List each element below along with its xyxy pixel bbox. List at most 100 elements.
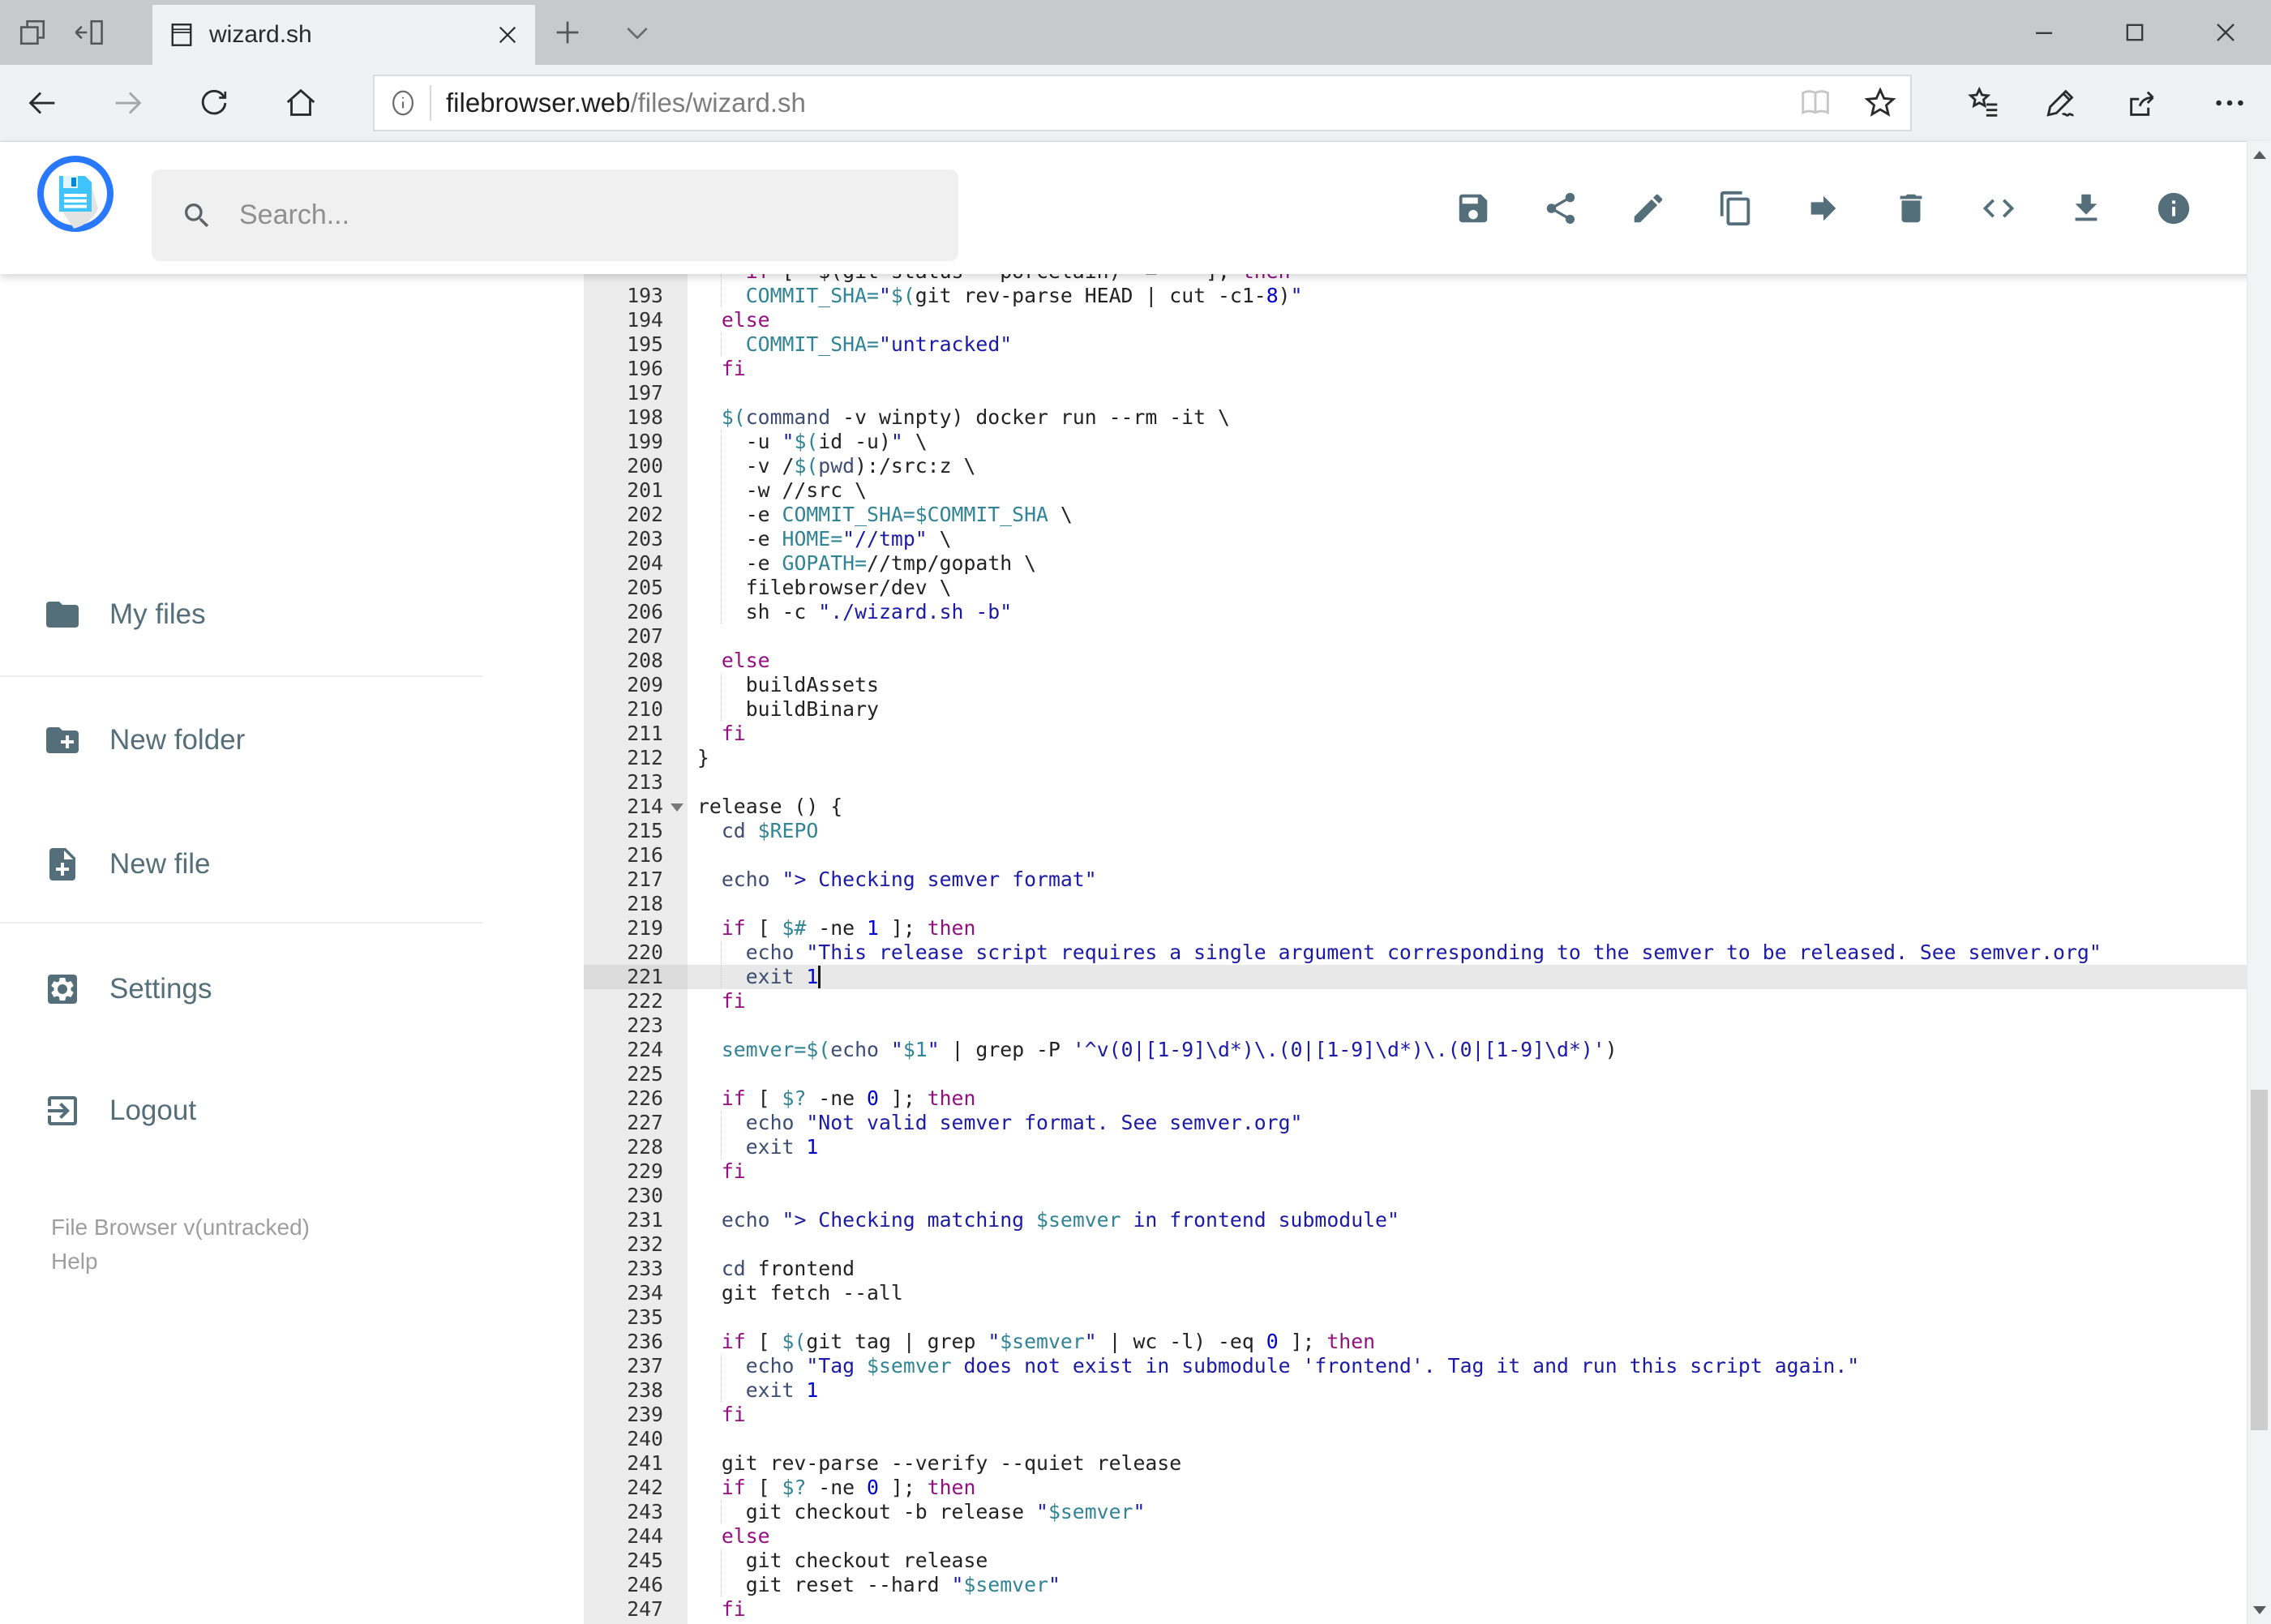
annotate-button[interactable] (2043, 84, 2080, 122)
search-bar[interactable] (152, 169, 958, 261)
code-line[interactable]: 243 git checkout -b release "$semver" (584, 1500, 2247, 1524)
help-link[interactable]: Help (51, 1245, 98, 1279)
line-number[interactable]: 229 (584, 1159, 688, 1184)
line-number[interactable]: 225 (584, 1062, 688, 1086)
code-line[interactable]: 211 fi (584, 722, 2247, 746)
sidebar-item-new-folder[interactable]: New folder (0, 710, 245, 770)
code-line[interactable]: 198 $(command -v winpty) docker run --rm… (584, 405, 2247, 430)
line-number[interactable]: 235 (584, 1305, 688, 1330)
line-number[interactable]: 221 (584, 965, 688, 989)
hub-button[interactable] (1965, 84, 2003, 122)
line-number[interactable]: 228 (584, 1135, 688, 1159)
line-number[interactable]: 210 (584, 697, 688, 722)
forward-button[interactable] (109, 84, 147, 122)
line-number[interactable]: 242 (584, 1476, 688, 1500)
line-number[interactable]: 234 (584, 1281, 688, 1305)
code-line[interactable]: 233 cd frontend (584, 1257, 2247, 1281)
code-line[interactable]: 229 fi (584, 1159, 2247, 1184)
sidebar-item-new-file[interactable]: New file (0, 834, 210, 894)
code-line[interactable]: 193 COMMIT_SHA="$(git rev-parse HEAD | c… (584, 284, 2247, 308)
copy-button[interactable] (1717, 190, 1755, 227)
tab-preview-button[interactable] (11, 11, 54, 54)
code-line[interactable]: 247 fi (584, 1597, 2247, 1622)
tab-list-button[interactable] (616, 11, 658, 54)
line-number[interactable]: 197 (584, 381, 688, 405)
code-line[interactable]: 212} (584, 746, 2247, 770)
settings-more-button[interactable] (2211, 84, 2248, 122)
back-button[interactable] (24, 84, 61, 122)
code-line[interactable]: 215 cd $REPO (584, 819, 2247, 843)
code-line[interactable]: 202 -e COMMIT_SHA=$COMMIT_SHA \ (584, 503, 2247, 527)
share-page-button[interactable] (2124, 84, 2162, 122)
scrollbar-thumb[interactable] (2251, 1090, 2268, 1430)
code-line[interactable]: 221 exit 1 (584, 965, 2247, 989)
line-number[interactable]: 243 (584, 1500, 688, 1524)
line-number[interactable]: 211 (584, 722, 688, 746)
line-number[interactable]: 201 (584, 478, 688, 503)
line-number[interactable]: 195 (584, 332, 688, 357)
code-line[interactable]: 203 -e HOME="//tmp" \ (584, 527, 2247, 551)
line-number[interactable]: 215 (584, 819, 688, 843)
line-number[interactable]: 218 (584, 892, 688, 916)
line-number[interactable]: 202 (584, 503, 688, 527)
filebrowser-logo[interactable] (36, 155, 114, 233)
line-number[interactable]: 244 (584, 1524, 688, 1549)
code-line[interactable]: 240 (584, 1427, 2247, 1451)
download-button[interactable] (2067, 190, 2105, 227)
code-line[interactable]: 208 else (584, 649, 2247, 673)
move-button[interactable] (1805, 190, 1842, 227)
new-tab-button[interactable] (546, 11, 589, 54)
line-number[interactable]: 222 (584, 989, 688, 1013)
line-number[interactable]: 212 (584, 746, 688, 770)
refresh-button[interactable] (195, 84, 233, 122)
line-number[interactable]: 226 (584, 1086, 688, 1111)
code-line[interactable]: 237 echo "Tag $semver does not exist in … (584, 1354, 2247, 1378)
code-line[interactable]: 205 filebrowser/dev \ (584, 576, 2247, 600)
code-line[interactable]: 241 git rev-parse --verify --quiet relea… (584, 1451, 2247, 1476)
line-number[interactable]: 199 (584, 430, 688, 454)
address-bar[interactable]: filebrowser.web/files/wizard.sh (373, 75, 1912, 131)
line-number[interactable]: 193 (584, 284, 688, 308)
code-line[interactable]: 235 (584, 1305, 2247, 1330)
code-line[interactable]: 213 (584, 770, 2247, 795)
line-number[interactable]: 194 (584, 308, 688, 332)
line-number[interactable]: 207 (584, 624, 688, 649)
set-tabs-aside-button[interactable] (68, 11, 110, 54)
line-number[interactable]: 209 (584, 673, 688, 697)
code-line[interactable]: 199 -u "$(id -u)" \ (584, 430, 2247, 454)
close-button[interactable] (2180, 0, 2271, 65)
code-line[interactable]: 246 git reset --hard "$semver" (584, 1573, 2247, 1597)
line-number[interactable]: 217 (584, 868, 688, 892)
code-line[interactable]: 216 (584, 843, 2247, 868)
line-number[interactable]: 241 (584, 1451, 688, 1476)
minimize-button[interactable] (1999, 0, 2089, 65)
code-line[interactable]: 200 -v /$(pwd):/src:z \ (584, 454, 2247, 478)
code-editor[interactable]: if [ "$(git status --porcelain)" = "" ];… (584, 274, 2247, 1624)
code-line[interactable]: 209 buildAssets (584, 673, 2247, 697)
site-info-icon[interactable] (388, 88, 418, 118)
fold-arrow-icon[interactable] (671, 803, 683, 812)
line-number[interactable]: 223 (584, 1013, 688, 1038)
edit-button[interactable] (1630, 190, 1667, 227)
code-line[interactable]: 223 (584, 1013, 2247, 1038)
maximize-button[interactable] (2089, 0, 2180, 65)
line-number[interactable]: 227 (584, 1111, 688, 1135)
code-line[interactable]: 217 echo "> Checking semver format" (584, 868, 2247, 892)
reading-view-icon[interactable] (1797, 84, 1834, 122)
code-line[interactable]: 231 echo "> Checking matching $semver in… (584, 1208, 2247, 1232)
code-line[interactable]: 197 (584, 381, 2247, 405)
home-button[interactable] (282, 84, 319, 122)
code-line[interactable]: 245 git checkout release (584, 1549, 2247, 1573)
code-line[interactable]: 214 release () { (584, 795, 2247, 819)
line-number[interactable]: 219 (584, 916, 688, 941)
code-line[interactable]: 232 (584, 1232, 2247, 1257)
code-line[interactable]: 204 -e GOPATH=//tmp/gopath \ (584, 551, 2247, 576)
line-number[interactable]: 200 (584, 454, 688, 478)
line-number[interactable]: 204 (584, 551, 688, 576)
line-number[interactable]: 247 (584, 1597, 688, 1622)
code-line[interactable]: 195 COMMIT_SHA="untracked" (584, 332, 2247, 357)
code-line[interactable]: 226 if [ $? -ne 0 ]; then (584, 1086, 2247, 1111)
line-number[interactable]: 238 (584, 1378, 688, 1403)
code-button[interactable] (1980, 190, 2017, 227)
info-button[interactable] (2155, 190, 2192, 227)
